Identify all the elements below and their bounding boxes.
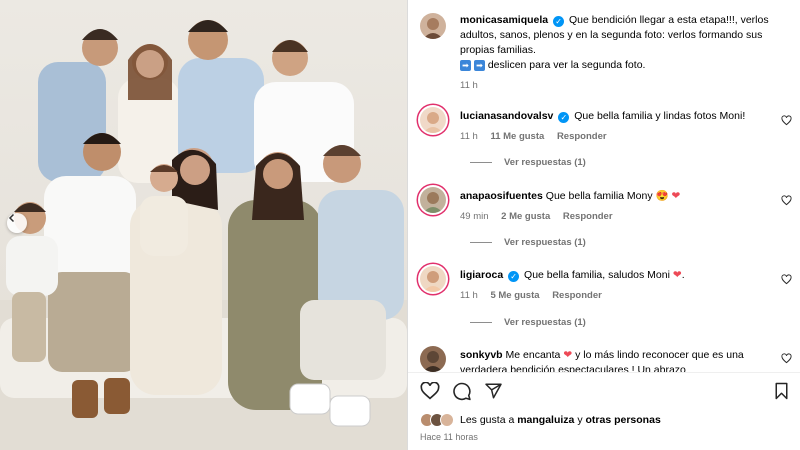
verified-icon: ✓ — [508, 271, 520, 282]
reply-button[interactable]: Responder — [563, 211, 613, 222]
comment-username[interactable]: ligiaroca — [460, 269, 503, 281]
comment-text: Que bella familia Mony — [545, 190, 653, 202]
right-arrow-emoji-icon: ➡ — [473, 60, 485, 71]
post-photo[interactable] — [0, 0, 407, 450]
bookmark-icon[interactable] — [774, 382, 789, 400]
view-replies-button[interactable]: Ver respuestas (1) — [470, 237, 586, 248]
post-time-ago[interactable]: Hace 11 horas — [420, 432, 478, 442]
comment-icon[interactable] — [452, 382, 472, 401]
comment-avatar-ligiaroca[interactable] — [420, 266, 446, 292]
view-replies-label: Ver respuestas (1) — [504, 317, 586, 328]
likes-user-link[interactable]: mangaluiza — [517, 414, 574, 426]
family-photo-illustration — [0, 20, 407, 450]
comment-item: lucianasandovalsv ✓ Que bella familia y … — [460, 109, 785, 144]
comment-item: sonkyvb Me encanta ❤ y lo más lindo reco… — [460, 348, 785, 372]
comment-time[interactable]: 49 min — [460, 211, 489, 222]
liker-avatar — [440, 413, 454, 427]
avatar-image — [423, 351, 443, 372]
carousel-prev-icon — [8, 213, 15, 223]
comment-like-heart-icon[interactable] — [781, 115, 792, 126]
comment-text: Me encanta — [505, 349, 561, 361]
author-username[interactable]: monicasamiquela — [460, 14, 548, 26]
comment-avatar-sonkyvb[interactable] — [420, 346, 446, 372]
likes-prefix: Les gusta a — [460, 414, 515, 426]
replies-line — [470, 162, 492, 163]
post-actions-bar — [408, 372, 800, 406]
caption-line-2: deslicen para ver la segunda foto. — [487, 59, 646, 71]
likes-summary: Les gusta a mangaluiza y otras personas — [420, 413, 661, 427]
comment-item: ligiaroca ✓ Que bella familia, saludos M… — [460, 268, 785, 303]
heart-icon[interactable] — [420, 382, 440, 400]
post-details-panel: monicasamiquela ✓ Que bendición llegar a… — [407, 0, 800, 450]
heart-eyes-emoji-icon: 😍 — [655, 190, 669, 202]
share-icon[interactable] — [484, 382, 503, 400]
view-replies-label: Ver respuestas (1) — [504, 237, 586, 248]
comment-text-tail: espectaculares ! Un abrazo — [558, 364, 686, 372]
avatar-image — [423, 271, 443, 292]
comment-item: anapaosifuentes Que bella familia Mony 😍… — [460, 189, 785, 224]
view-replies-button[interactable]: Ver respuestas (1) — [470, 317, 586, 328]
avatar-image — [423, 192, 443, 213]
red-heart-emoji-icon: ❤ — [671, 190, 681, 202]
view-replies-button[interactable]: Ver respuestas (1) — [470, 157, 586, 168]
avatar-image — [423, 112, 443, 133]
replies-line — [470, 322, 492, 323]
comment-text: Que bella familia y lindas fotos Moni! — [574, 110, 746, 122]
comment-likes[interactable]: 2 Me gusta — [501, 211, 550, 222]
comment-avatar-anapaosifuentes[interactable] — [420, 187, 446, 213]
comment-like-heart-icon[interactable] — [781, 353, 792, 364]
likes-text: Les gusta a mangaluiza y otras personas — [460, 414, 661, 426]
likes-others-link[interactable]: otras personas — [586, 414, 661, 426]
caption-time[interactable]: 11 h — [460, 78, 790, 93]
red-heart-emoji-icon: ❤ — [563, 349, 573, 361]
comment-username[interactable]: sonkyvb — [460, 349, 503, 361]
comment-likes[interactable]: 11 Me gusta — [490, 131, 544, 142]
view-replies-label: Ver respuestas (1) — [504, 157, 586, 168]
right-arrow-emoji-icon: ➡ — [460, 60, 471, 71]
reply-button[interactable]: Responder — [552, 290, 602, 301]
avatar-image — [423, 18, 443, 39]
comment-likes[interactable]: 5 Me gusta — [490, 290, 539, 301]
comment-like-heart-icon[interactable] — [781, 195, 792, 206]
comment-time[interactable]: 11 h — [460, 131, 478, 142]
comment-like-heart-icon[interactable] — [781, 274, 792, 285]
comment-meta: 11 h 11 Me gusta Responder — [460, 129, 785, 144]
comment-avatar-lucianasandovalsv[interactable] — [420, 107, 446, 133]
verified-icon: ✓ — [558, 112, 570, 123]
red-heart-emoji-icon: ❤ — [672, 269, 682, 281]
verified-icon: ✓ — [553, 16, 565, 27]
author-avatar[interactable] — [420, 13, 446, 39]
post-caption: monicasamiquela ✓ Que bendición llegar a… — [460, 13, 790, 93]
carousel-prev-button[interactable] — [7, 213, 27, 233]
comment-username[interactable]: lucianasandovalsv — [460, 110, 553, 122]
reply-button[interactable]: Responder — [557, 131, 607, 142]
comment-meta: 49 min 2 Me gusta Responder — [460, 209, 785, 224]
comment-meta: 11 h 5 Me gusta Responder — [460, 288, 785, 303]
replies-line — [470, 242, 492, 243]
comment-text: Que bella familia, saludos Moni — [524, 269, 670, 281]
comment-username[interactable]: anapaosifuentes — [460, 190, 543, 202]
comment-time[interactable]: 11 h — [460, 290, 478, 301]
instagram-post-view: monicasamiquela ✓ Que bendición llegar a… — [0, 0, 800, 450]
likes-mid: y — [577, 414, 583, 426]
